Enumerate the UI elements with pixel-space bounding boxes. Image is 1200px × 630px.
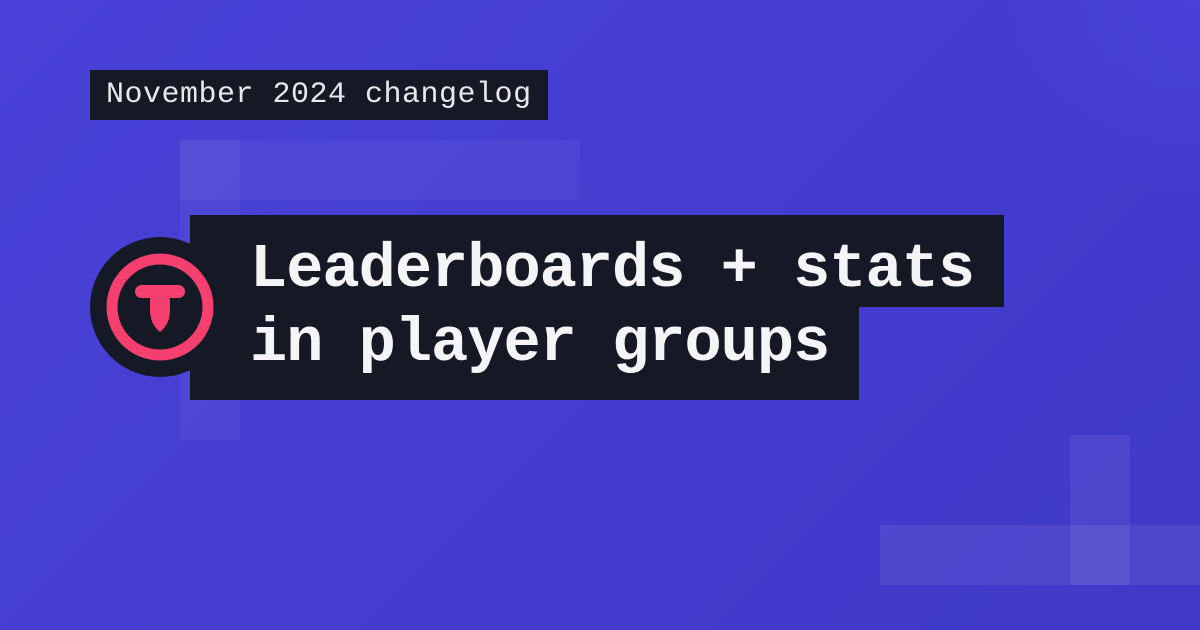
logo-icon (90, 237, 230, 377)
content-container: November 2024 changelog Leaderboards + s… (0, 0, 1200, 470)
bg-decoration-bottom-h (880, 525, 1200, 585)
title-line-1: Leaderboards + stats (250, 234, 974, 305)
title-container: Leaderboards + stats in player groups (90, 215, 1110, 400)
title-row-2: in player groups (190, 307, 859, 399)
title-wrap: Leaderboards + stats in player groups (230, 215, 1004, 400)
logo-svg (105, 252, 215, 362)
badge-label: November 2024 changelog (106, 78, 532, 112)
title-line-2: in player groups (250, 307, 829, 381)
title-row-1: Leaderboards + stats (190, 215, 1004, 307)
changelog-badge: November 2024 changelog (90, 70, 548, 120)
